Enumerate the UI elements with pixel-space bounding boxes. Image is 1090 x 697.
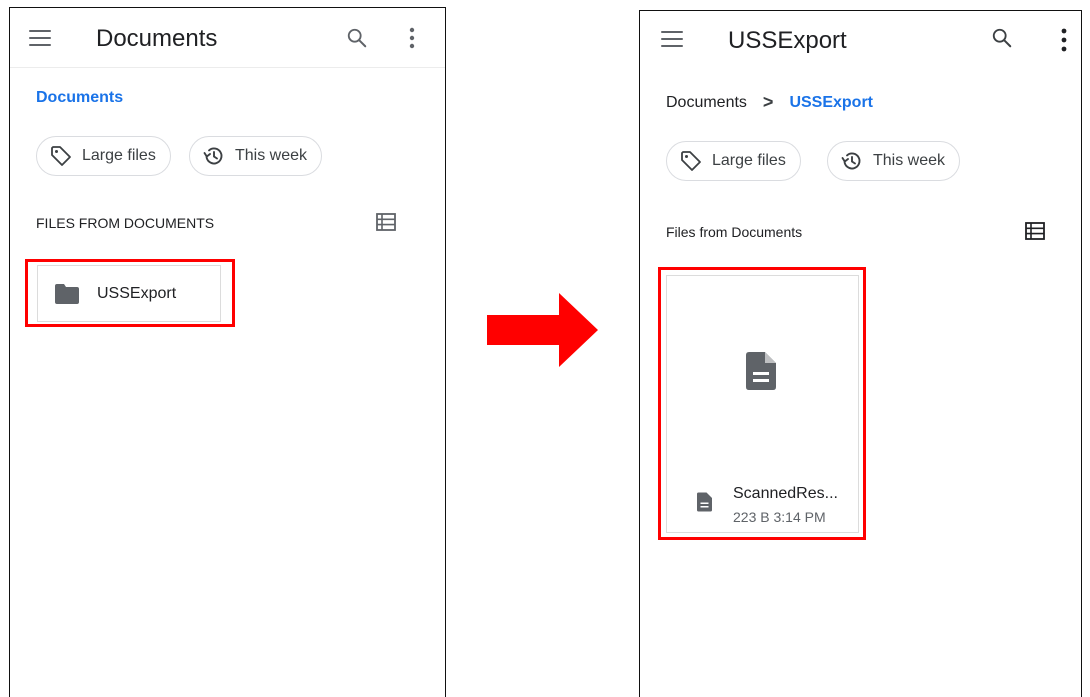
chip-large-files[interactable]: Large files — [666, 141, 801, 181]
chip-this-week[interactable]: This week — [189, 136, 323, 176]
chip-this-week[interactable]: This week — [827, 141, 961, 181]
more-vert-icon[interactable] — [402, 26, 422, 50]
list-view-icon[interactable] — [376, 213, 396, 231]
breadcrumb-separator-icon: > — [762, 92, 774, 112]
search-icon[interactable] — [991, 27, 1013, 49]
chip-label: This week — [873, 152, 946, 169]
menu-icon[interactable] — [661, 31, 683, 47]
history-icon — [203, 147, 223, 165]
left-screen: Documents Documents Large files This wee… — [9, 7, 446, 697]
breadcrumb: Documents — [36, 89, 123, 107]
arrow-right-icon — [487, 293, 598, 367]
breadcrumb: Documents > USSExport — [666, 92, 873, 113]
list-view-icon[interactable] — [1025, 222, 1045, 240]
breadcrumb-documents[interactable]: Documents — [666, 94, 747, 112]
chip-large-files[interactable]: Large files — [36, 136, 171, 176]
chip-label: Large files — [712, 152, 786, 169]
chip-label: Large files — [82, 147, 156, 164]
history-icon — [841, 152, 861, 170]
page-title: Documents — [96, 25, 218, 52]
tag-icon — [51, 146, 71, 166]
page-title: USSExport — [728, 27, 847, 54]
highlight-box — [25, 259, 235, 327]
search-icon[interactable] — [346, 27, 368, 49]
chip-label: This week — [235, 147, 308, 164]
highlight-box — [658, 267, 866, 540]
tag-icon — [681, 151, 701, 171]
breadcrumb-documents[interactable]: Documents — [36, 89, 123, 107]
app-bar: USSExport — [640, 11, 1081, 71]
menu-icon[interactable] — [29, 30, 51, 46]
breadcrumb-ussexport[interactable]: USSExport — [789, 94, 873, 112]
app-bar: Documents — [10, 8, 445, 68]
right-screen: USSExport Documents > USSExport Large fi… — [639, 10, 1082, 697]
section-label: FILES FROM DOCUMENTS — [36, 215, 215, 231]
section-label: Files from Documents — [666, 224, 803, 240]
more-vert-icon[interactable] — [1054, 27, 1074, 53]
